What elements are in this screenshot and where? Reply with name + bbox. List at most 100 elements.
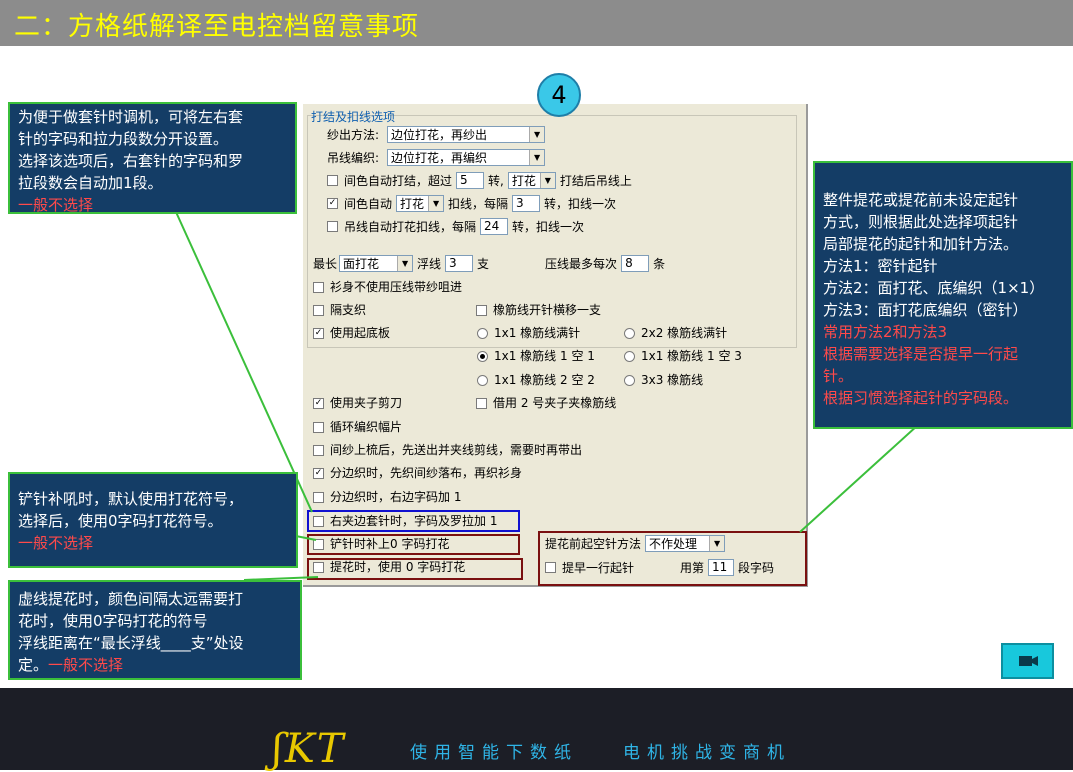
- callout-note: 针。: [823, 367, 854, 385]
- hang-auto-checkbox[interactable]: [327, 221, 338, 232]
- auto-buckle-input[interactable]: 3: [512, 195, 541, 212]
- auto-knot-label: 间色自动打结，超过: [344, 173, 453, 188]
- elastic-radio[interactable]: 1x1 橡筋线 2 空 2: [477, 372, 595, 388]
- callout-line: 方法3：面打花底编织（密针）: [823, 301, 1028, 319]
- callout-line: 拉段数会自动加1段。: [18, 174, 163, 192]
- option-row: 隔支织: [313, 302, 366, 318]
- radio-icon: [477, 374, 488, 386]
- option-row: ✓ 使用夹子剪刀: [313, 395, 402, 411]
- option-row: ✓ 分边织时，先织间纱落布，再织衫身: [313, 465, 522, 481]
- chevron-down-icon: ▼: [529, 127, 545, 142]
- callout-line: 铲针补吼时，默认使用打花符号，: [18, 490, 244, 508]
- chevron-down-icon: ▼: [529, 150, 545, 165]
- auto-knot-select[interactable]: 打花 ▼: [507, 172, 556, 189]
- auto-knot-checkbox[interactable]: [327, 175, 338, 186]
- callout-note: 一般不选择: [18, 196, 94, 214]
- highlight-right-clip: [307, 510, 520, 532]
- auto-buckle-checkbox[interactable]: ✓: [327, 198, 338, 209]
- float-unit: 支: [477, 256, 490, 271]
- option-checkbox[interactable]: ✓: [313, 467, 324, 479]
- option-label: 分边织时，右边字码加 1: [330, 490, 462, 504]
- option-checkbox[interactable]: [313, 491, 324, 503]
- elastic-radio[interactable]: 1x1 橡筋线 1 空 1: [477, 348, 595, 364]
- press-input[interactable]: 8: [621, 255, 650, 272]
- auto-knot-unit: 转,: [488, 173, 504, 188]
- radio-icon: [477, 327, 488, 339]
- elastic-shift-label: 橡筋线开针横移一支: [493, 303, 602, 317]
- page-title: 二：方格纸解译至电控档留意事项: [14, 12, 420, 42]
- elastic-shift-checkbox[interactable]: [476, 304, 487, 316]
- radio-label: 1x1 橡筋线 2 空 2: [494, 373, 595, 387]
- option-label: 间纱上梳后，先送出并夹线剪线，需要时再带出: [330, 443, 583, 457]
- skt-logo: ʃKT: [272, 726, 346, 772]
- float-label: 浮线: [417, 256, 442, 271]
- callout-bottom-left: 虚线提花时，颜色间隔太远需要打 花时，使用0字码打花的符号 浮线距离在“最长浮线…: [8, 580, 302, 680]
- callout-line: 花时，使用0字码打花的符号: [18, 612, 208, 630]
- hang-row: 吊线编织: 边位打花，再编织 ▼: [327, 149, 549, 166]
- chevron-down-icon: ▼: [397, 256, 413, 271]
- option-checkbox[interactable]: [313, 421, 324, 433]
- option-row: 间纱上梳后，先送出并夹线剪线，需要时再带出: [313, 442, 582, 458]
- slogan-left: 使用智能下数纸: [410, 743, 578, 763]
- section-title: 打结及扣线选项: [311, 110, 396, 124]
- option-label: 循环编织幅片: [330, 420, 403, 434]
- slogan-right: 电机挑战变商机: [623, 743, 791, 763]
- radio-icon: [624, 327, 635, 339]
- option-row: 分边织时，右边字码加 1: [313, 489, 461, 505]
- hang-auto-label: 吊线自动打花扣线，每隔: [344, 219, 477, 234]
- chevron-down-icon: ▼: [539, 173, 555, 188]
- elastic-radio[interactable]: 2x2 橡筋线满针: [624, 325, 727, 341]
- callout-line: 针的字码和拉力段数分开设置。: [18, 130, 229, 148]
- callout-note: 根据习惯选择起针的字码段。: [823, 389, 1019, 407]
- video-camera-button[interactable]: [1001, 643, 1054, 679]
- chevron-down-icon: ▼: [428, 196, 444, 211]
- option-label: 使用起底板: [330, 326, 391, 340]
- title-bar: 二：方格纸解译至电控档留意事项: [0, 0, 1073, 46]
- longest-select[interactable]: 面打花 ▼: [339, 255, 414, 272]
- longest-row: 最长 面打花 ▼ 浮线 3 支 压线最多每次 8 条: [313, 255, 665, 272]
- auto-buckle-select[interactable]: 打花 ▼: [396, 195, 445, 212]
- float-input[interactable]: 3: [445, 255, 474, 272]
- auto-buckle-mid: 扣线，每隔: [448, 196, 509, 211]
- callout-line: 方式，则根据此处选择项起针: [823, 213, 1019, 231]
- elastic-radio[interactable]: 1x1 橡筋线 1 空 3: [624, 348, 742, 364]
- option-checkbox[interactable]: ✓: [313, 397, 324, 409]
- hang-label: 吊线编织:: [327, 150, 380, 165]
- hang-auto-row: 吊线自动打花扣线，每隔 24 转，扣线一次: [327, 218, 584, 235]
- borrow-clip-label: 借用 2 号夹子夹橡筋线: [493, 396, 617, 410]
- radio-label: 2x2 橡筋线满针: [641, 326, 728, 340]
- highlight-jacquard-start: [538, 531, 807, 586]
- callout-top-left: 为便于做套针时调机，可将左右套 针的字码和拉力段数分开设置。 选择该选项后，右套…: [8, 102, 297, 214]
- option-checkbox[interactable]: [313, 281, 324, 293]
- callout-line: 选择后，使用0字码打花符号。: [18, 512, 223, 530]
- option-label: 隔支织: [330, 303, 367, 317]
- callout-line: 选择该选项后，右套针的字码和罗: [18, 152, 244, 170]
- longest-label: 最长: [313, 256, 338, 271]
- callout-note: 常用方法2和方法3: [823, 323, 948, 341]
- callout-line: 虚线提花时，颜色间隔太远需要打: [18, 590, 244, 608]
- callout-note: 根据需要选择是否提早一行起: [823, 345, 1019, 363]
- connector-line-top-left: [175, 211, 313, 513]
- elastic-radio[interactable]: 1x1 橡筋线满针: [477, 325, 580, 341]
- option-checkbox[interactable]: ✓: [313, 327, 324, 339]
- option-row: 衫身不使用压线带纱咀进: [313, 279, 462, 295]
- option-label: 使用夹子剪刀: [330, 396, 403, 410]
- callout-line: 定。: [18, 656, 49, 674]
- yarn-out-select[interactable]: 边位打花，再纱出 ▼: [387, 126, 546, 143]
- callout-line: 方法2：面打花、底编织（1×1）: [823, 279, 1045, 297]
- auto-buckle-suffix: 转，扣线一次: [544, 196, 617, 211]
- hang-auto-input[interactable]: 24: [480, 218, 509, 235]
- option-checkbox[interactable]: [313, 444, 324, 456]
- auto-knot-suffix: 打结后吊线上: [559, 173, 632, 188]
- callout-line: 浮线距离在“最长浮线____支”处设: [18, 634, 244, 652]
- borrow-clip-row: 借用 2 号夹子夹橡筋线: [476, 395, 616, 411]
- elastic-radio[interactable]: 3x3 橡筋线: [624, 372, 703, 388]
- borrow-clip-checkbox[interactable]: [476, 397, 487, 409]
- hang-select[interactable]: 边位打花，再编织 ▼: [387, 149, 546, 166]
- hang-auto-suffix: 转，扣线一次: [512, 219, 585, 234]
- yarn-out-row: 纱出方法: 边位打花，再纱出 ▼: [327, 126, 549, 143]
- radio-label: 1x1 橡筋线满针: [494, 326, 581, 340]
- option-checkbox[interactable]: [313, 304, 324, 316]
- callout-line: 方法1：密针起针: [823, 257, 938, 275]
- auto-knot-input[interactable]: 5: [456, 172, 485, 189]
